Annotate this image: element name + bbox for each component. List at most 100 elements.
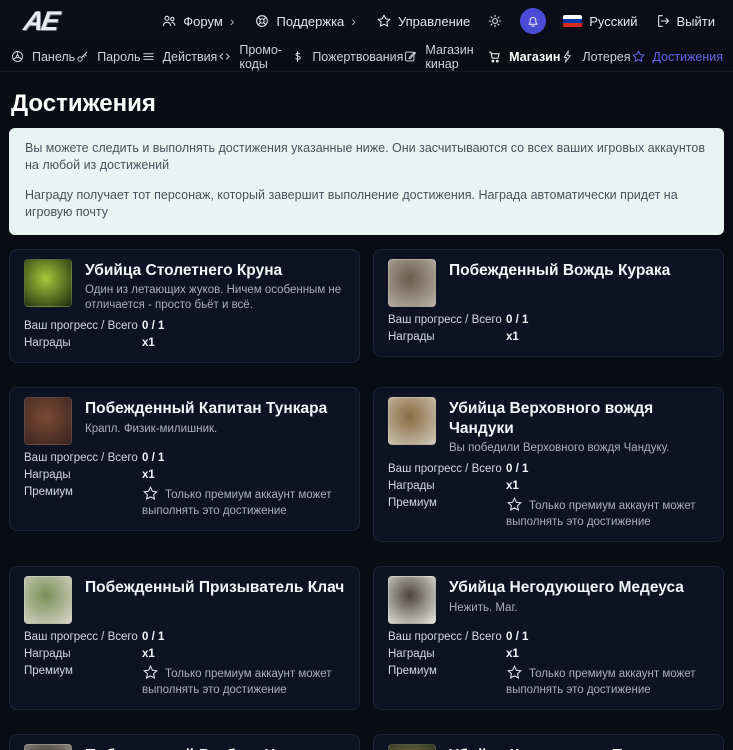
subnav-item-icon [560, 49, 575, 64]
premium-note: Только премиум аккаунт может выполнять э… [506, 664, 709, 698]
subnav-item-пожертвования[interactable]: Пожертвования [290, 49, 403, 64]
achievement-description: Один из летающих жуков. Ничем особенным … [85, 283, 345, 313]
premium-note: Только премиум аккаунт может выполнять э… [506, 496, 709, 530]
progress-value: 0 / 1 [506, 313, 709, 328]
achievement-card-header: Побежденный Капитан Тункара Крапл. Физик… [24, 397, 345, 445]
progress-row: Ваш прогресс / Всего 0 / 1 [388, 630, 709, 645]
achievement-card: Убийца Столетнего Круна Один из летающих… [9, 249, 360, 364]
progress-value: 0 / 1 [142, 451, 345, 466]
site-logo[interactable]: AE [21, 6, 60, 37]
premium-label: Премиум [24, 485, 142, 519]
topbar-menu: Форум › Поддержка › Управление [161, 13, 470, 29]
achievement-description: Вы победили Верховного вождя Чандуку. [449, 441, 709, 456]
subnav-item-промо-коды[interactable]: Промо-коды [217, 43, 290, 71]
rewards-value: x1 [506, 330, 709, 345]
subnav-item-icon [217, 49, 232, 64]
subnav-item-панель[interactable]: Панель [10, 49, 75, 64]
premium-note-text: Только премиум аккаунт может выполнять э… [142, 668, 331, 696]
rewards-value: x1 [142, 468, 345, 483]
subnav-item-достижения[interactable]: Достижения [631, 49, 723, 64]
rewards-value: x1 [142, 336, 345, 351]
subnav-item-label: Магазин кинар [425, 43, 487, 71]
page-title: Достижения [11, 90, 724, 118]
progress-row: Ваш прогресс / Всего 0 / 1 [388, 313, 709, 328]
rewards-value: x1 [506, 647, 709, 662]
achievement-card-header: Убийца Верховного вождя Чандуки Вы побед… [388, 397, 709, 456]
premium-label: Премиум [24, 664, 142, 698]
progress-label: Ваш прогресс / Всего [388, 313, 506, 328]
achievement-card: Побежденный Расберг Черное сердце Асмоди… [9, 734, 360, 750]
achievement-card-text: Убийца Верховного вождя Чандуки Вы побед… [449, 397, 709, 456]
achievement-card: Побежденный Вождь Курака Ваш прогресс / … [373, 249, 724, 357]
notifications-button[interactable] [520, 8, 546, 34]
rewards-row: Награды x1 [24, 336, 345, 351]
premium-label: Премиум [388, 496, 506, 530]
progress-row: Ваш прогресс / Всего 0 / 1 [24, 451, 345, 466]
premium-row: Премиум Только премиум аккаунт может вып… [24, 485, 345, 519]
premium-note: Только премиум аккаунт может выполнять э… [142, 664, 345, 698]
progress-row: Ваш прогресс / Всего 0 / 1 [388, 462, 709, 477]
subnav-item-icon [75, 49, 90, 64]
subnav-item-лотерея[interactable]: Лотерея [560, 49, 630, 64]
achievement-title: Убийца Караульного Тедрона [449, 746, 677, 750]
subnav-item-icon [10, 49, 25, 64]
menu-item-icon [376, 13, 392, 29]
premium-row: Премиум Только премиум аккаунт может вып… [388, 496, 709, 530]
rewards-value: x1 [506, 479, 709, 494]
rewards-row: Награды x1 [24, 468, 345, 483]
achievement-card-text: Убийца Караульного Тедрона Огринт. Физик… [449, 744, 677, 750]
premium-label: Премиум [388, 664, 506, 698]
achievement-card-header: Убийца Караульного Тедрона Огринт. Физик… [388, 744, 709, 750]
subnav-item-пароль[interactable]: Пароль [75, 49, 140, 64]
achievement-title: Убийца Верховного вождя Чандуки [449, 399, 709, 438]
subnav-item-магазин-кинар[interactable]: Магазин кинар [403, 43, 487, 71]
language-label: Русский [589, 14, 637, 29]
subnav-item-label: Лотерея [582, 50, 630, 64]
rewards-label: Награды [24, 468, 142, 483]
achievement-stats: Ваш прогресс / Всего 0 / 1 Награды x1 Пр… [388, 630, 709, 698]
achievement-stats: Ваш прогресс / Всего 0 / 1 Награды x1 [24, 319, 345, 351]
subnav-item-действия[interactable]: Действия [141, 49, 218, 64]
menu-item-icon [254, 13, 270, 29]
progress-value: 0 / 1 [506, 630, 709, 645]
achievement-title: Побежденный Капитан Тункара [85, 399, 327, 418]
subnav-item-label: Пожертвования [312, 50, 403, 64]
achievement-card-header: Убийца Негодующего Медеуса Нежить. Маг. [388, 576, 709, 624]
logout-button[interactable]: Выйти [655, 13, 716, 29]
achievement-card: Убийца Караульного Тедрона Огринт. Физик… [373, 734, 724, 750]
achievements-grid: Убийца Столетнего Круна Один из летающих… [9, 249, 724, 750]
topbar-menu-item[interactable]: Форум › [161, 13, 234, 29]
achievement-description: Крапл. Физик-милишник. [85, 422, 327, 437]
topbar-menu-item[interactable]: Управление [376, 13, 470, 29]
theme-toggle-button[interactable] [487, 13, 503, 29]
achievement-stats: Ваш прогресс / Всего 0 / 1 Награды x1 [388, 313, 709, 345]
progress-label: Ваш прогресс / Всего [388, 462, 506, 477]
progress-value: 0 / 1 [506, 462, 709, 477]
premium-row: Премиум Только премиум аккаунт может вып… [388, 664, 709, 698]
achievement-card: Убийца Негодующего Медеуса Нежить. Маг. … [373, 566, 724, 710]
subnav-item-label: Действия [163, 50, 218, 64]
topbar: AE Форум › Поддержка › Управление Русски… [0, 0, 733, 42]
subnav-item-магазин[interactable]: Магазин [487, 49, 560, 64]
achievement-stats: Ваш прогресс / Всего 0 / 1 Награды x1 Пр… [24, 451, 345, 519]
topbar-menu-item[interactable]: Поддержка › [254, 13, 356, 29]
premium-note-text: Только премиум аккаунт может выполнять э… [506, 500, 695, 528]
language-switcher[interactable]: Русский [563, 14, 637, 29]
achievement-icon-chief-kuraka [388, 259, 436, 307]
achievement-title: Побежденный Расберг Черное сердце [85, 746, 345, 750]
achievement-card-text: Побежденный Вождь Курака [449, 259, 670, 307]
achievement-card: Побежденный Капитан Тункара Крапл. Физик… [9, 387, 360, 531]
menu-item-label: Поддержка [276, 14, 344, 29]
subnav-item-label: Промо-коды [239, 43, 290, 71]
achievement-title: Побежденный Призыватель Клач [85, 578, 344, 597]
menu-item-label: Управление [398, 14, 470, 29]
achievement-title: Убийца Столетнего Круна [85, 261, 345, 280]
achievement-card-header: Убийца Столетнего Круна Один из летающих… [24, 259, 345, 314]
subnav-item-icon [141, 49, 156, 64]
achievement-icon-summoner-klach [24, 576, 72, 624]
rewards-row: Награды x1 [388, 647, 709, 662]
achievement-icon-green-beetle [24, 259, 72, 307]
rewards-label: Награды [388, 479, 506, 494]
rewards-label: Награды [388, 330, 506, 345]
logout-icon [655, 13, 671, 29]
